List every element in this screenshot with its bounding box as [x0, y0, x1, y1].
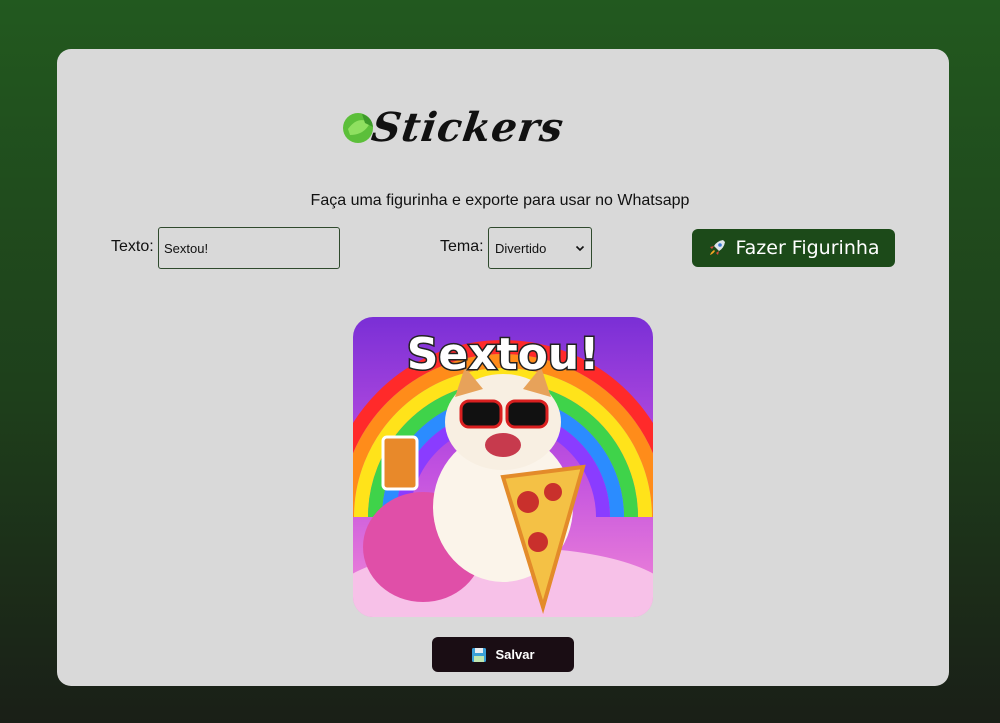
save-label: Salvar — [495, 647, 535, 662]
theme-label: Tema: — [440, 238, 484, 255]
make-sticker-button[interactable]: Fazer Figurinha — [692, 229, 895, 267]
save-button[interactable]: Salvar — [432, 637, 574, 672]
sticker-preview: Sextou! — [353, 317, 653, 617]
text-input[interactable] — [158, 227, 340, 269]
logo-text: Stickers — [368, 103, 567, 151]
app-logo: Stickers — [340, 103, 610, 151]
chevron-down-icon — [575, 245, 585, 252]
rocket-icon — [710, 240, 726, 255]
sticker-caption: Sextou! — [407, 329, 600, 380]
text-label: Texto: — [111, 238, 154, 255]
sticker-image: Sextou! — [353, 317, 653, 617]
make-sticker-label: Fazer Figurinha — [735, 237, 880, 259]
theme-selected-value: Divertido — [495, 240, 547, 256]
floppy-disk-icon — [472, 647, 487, 662]
tagline: Faça uma figurinha e exporte para usar n… — [310, 192, 690, 209]
theme-select[interactable]: Divertido — [488, 227, 592, 269]
